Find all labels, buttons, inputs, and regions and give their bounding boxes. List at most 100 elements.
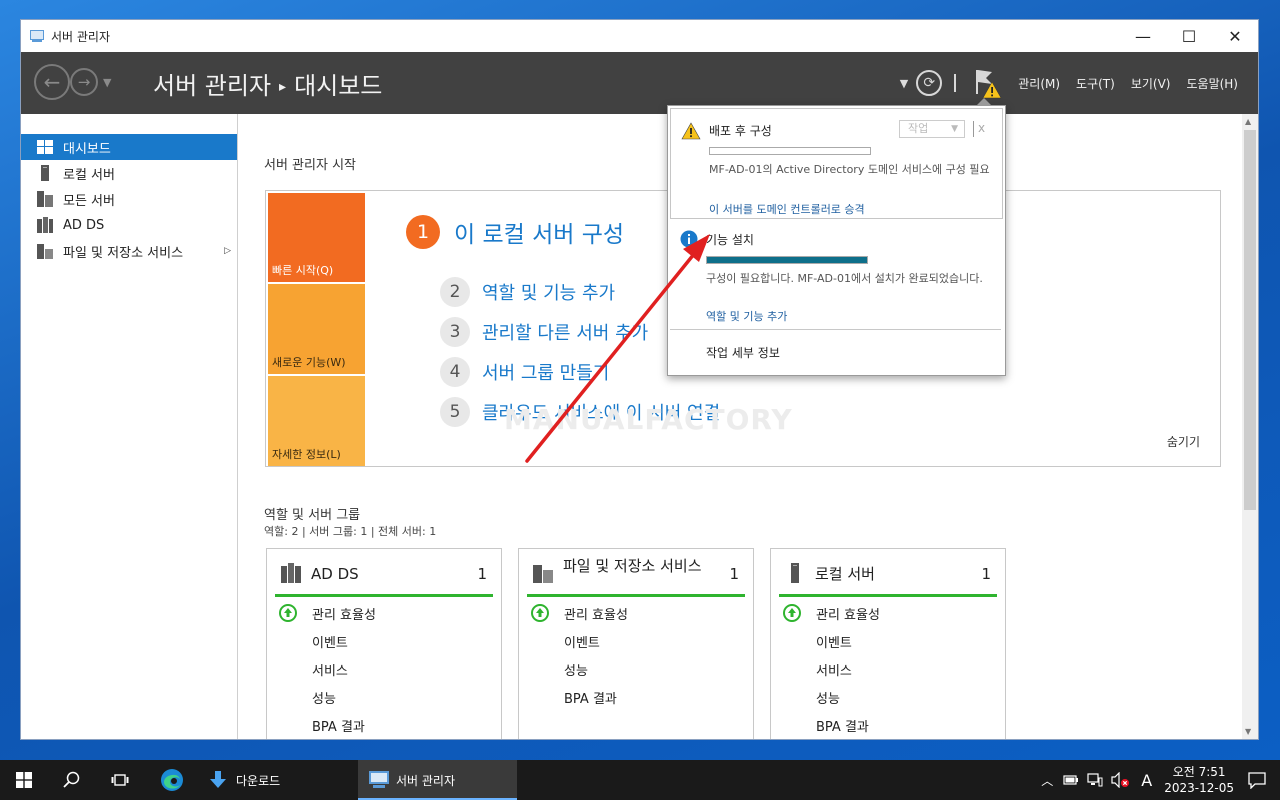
windows-logo-icon xyxy=(16,772,32,788)
role-card-local-server[interactable]: 로컬 서버 1 관리 효율성 이벤트 서비스 성능 BPA 결과 xyxy=(770,548,1006,739)
scroll-down-icon[interactable]: ▼ xyxy=(1245,727,1251,736)
task-view-button[interactable] xyxy=(96,760,144,800)
dashboard-icon xyxy=(37,139,53,155)
close-button[interactable]: ✕ xyxy=(1212,20,1258,52)
card-count: 1 xyxy=(729,565,739,583)
start-button[interactable] xyxy=(0,760,48,800)
edge-browser-icon xyxy=(161,769,183,791)
sidebar-item-local-server[interactable]: 로컬 서버 xyxy=(21,160,237,186)
history-dropdown-icon[interactable]: ▼ xyxy=(103,76,111,89)
tile-learn-more[interactable]: 자세한 정보(L) xyxy=(268,376,365,466)
refresh-button[interactable]: ⟳ xyxy=(916,70,943,96)
chevron-down-icon: ▼ xyxy=(951,124,958,134)
sidebar-item-dashboard[interactable]: 대시보드 xyxy=(21,134,237,160)
forward-button[interactable]: → xyxy=(70,68,98,96)
sidebar-item-ad-ds[interactable]: AD DS xyxy=(21,212,237,238)
network-icon[interactable] xyxy=(1087,773,1103,787)
taskbar-app-label: 다운로드 xyxy=(236,773,281,788)
promote-dc-link[interactable]: 이 서버를 도메인 컨트롤러로 승격 xyxy=(709,201,865,217)
card-row-bpa[interactable]: BPA 결과 xyxy=(816,716,869,735)
card-row-bpa[interactable]: BPA 결과 xyxy=(564,688,617,707)
hide-link[interactable]: 숨기기 xyxy=(1167,433,1200,450)
breadcrumb-separator: ▸ xyxy=(279,79,287,95)
card-row-events[interactable]: 이벤트 xyxy=(564,632,600,651)
clock[interactable]: 오전 7:51 2023-12-05 xyxy=(1164,764,1234,796)
server-icon xyxy=(791,563,799,583)
maximize-button[interactable]: ☐ xyxy=(1166,20,1212,52)
breadcrumb-root[interactable]: 서버 관리자 xyxy=(153,72,271,100)
add-roles-link[interactable]: 역할 및 기능 추가 xyxy=(706,308,787,324)
task-dropdown-label: 작업 xyxy=(908,122,929,135)
back-button[interactable]: ← xyxy=(34,64,70,100)
taskbar-downloads[interactable]: 다운로드 xyxy=(200,760,350,800)
scroll-up-icon[interactable]: ▲ xyxy=(1245,117,1251,126)
step-label: 서버 그룹 만들기 xyxy=(482,363,610,384)
taskbar-app-label: 서버 관리자 xyxy=(396,773,456,788)
header-bar: ← → ▼ 서버 관리자 ▸ 대시보드 ▼ ⟳ 관리(M) 도구(T) 보기(V) … xyxy=(21,52,1258,114)
dismiss-button[interactable]: x xyxy=(978,121,985,135)
card-row-services[interactable]: 서비스 xyxy=(816,660,852,679)
sidebar-item-file-storage[interactable]: 파일 및 저장소 서비스 ▷ xyxy=(21,238,237,264)
notification-description: MF-AD-01의 Active Directory 도메인 서비스에 구성 필… xyxy=(709,163,990,176)
notification-title: 배포 후 구성 xyxy=(709,124,772,138)
edge-button[interactable] xyxy=(148,760,196,800)
card-row-manageability[interactable]: 관리 효율성 xyxy=(564,604,628,623)
tile-whats-new[interactable]: 새로운 기능(W) xyxy=(268,284,365,374)
card-row-services[interactable]: 서비스 xyxy=(312,660,348,679)
step-configure-local-server[interactable]: 1 이 로컬 서버 구성 xyxy=(406,215,624,249)
breadcrumb-current: 대시보드 xyxy=(294,72,383,100)
notification-post-deploy: 배포 후 구성 작업 ▼ x MF-AD-01의 Active Directory… xyxy=(670,108,1003,219)
back-arrow-icon: ← xyxy=(43,70,61,94)
task-details-link[interactable]: 작업 세부 정보 xyxy=(706,344,780,361)
refresh-dropdown-icon[interactable]: ▼ xyxy=(900,77,908,90)
expand-arrow-icon[interactable]: ▷ xyxy=(224,246,231,256)
ime-indicator[interactable]: A xyxy=(1141,771,1152,790)
welcome-section-title: 서버 관리자 시작 xyxy=(264,158,356,173)
minimize-button[interactable]: — xyxy=(1120,20,1166,52)
step-number: 2 xyxy=(440,277,470,307)
servers-icon xyxy=(37,191,53,207)
progress-bar-post-deploy xyxy=(709,147,871,155)
card-row-performance[interactable]: 성능 xyxy=(816,688,840,707)
step-add-servers[interactable]: 3 관리할 다른 서버 추가 xyxy=(440,317,648,347)
scroll-thumb[interactable] xyxy=(1244,130,1256,510)
card-row-bpa[interactable]: BPA 결과 xyxy=(312,716,365,735)
sidebar-item-label: 모든 서버 xyxy=(63,193,115,209)
card-row-manageability[interactable]: 관리 효율성 xyxy=(312,604,376,623)
storage-icon xyxy=(533,565,553,583)
popup-pointer xyxy=(976,98,992,106)
menu-tools[interactable]: 도구(T) xyxy=(1076,75,1115,92)
show-hidden-icons-chevron-icon[interactable]: ︿ xyxy=(1041,772,1053,789)
menu-help[interactable]: 도움말(H) xyxy=(1186,75,1238,92)
card-row-manageability[interactable]: 관리 효율성 xyxy=(816,604,880,623)
sidebar: 대시보드 로컬 서버 모든 서버 AD DS 파일 및 저장소 서비스 ▷ xyxy=(21,114,238,739)
card-row-events[interactable]: 이벤트 xyxy=(816,632,852,651)
sidebar-item-all-servers[interactable]: 모든 서버 xyxy=(21,186,237,212)
clock-time: 오전 7:51 xyxy=(1172,765,1226,779)
card-row-performance[interactable]: 성능 xyxy=(564,660,588,679)
search-button[interactable] xyxy=(48,760,96,800)
taskbar-server-manager[interactable]: 서버 관리자 xyxy=(358,760,517,800)
task-dropdown[interactable]: 작업 ▼ xyxy=(899,120,965,138)
action-center-icon[interactable] xyxy=(1248,771,1266,789)
tile-quick-start[interactable]: 빠른 시작(Q) xyxy=(268,193,365,282)
header-separator xyxy=(954,74,957,92)
menu-view[interactable]: 보기(V) xyxy=(1131,75,1171,92)
role-card-file-storage[interactable]: 파일 및 저장소 서비스 1 관리 효율성 이벤트 성능 BPA 결과 xyxy=(518,548,754,739)
notifications-flag-button[interactable] xyxy=(974,66,1002,100)
sidebar-item-label: AD DS xyxy=(63,217,105,233)
role-card-ad-ds[interactable]: AD DS 1 관리 효율성 이벤트 서비스 성능 BPA 결과 xyxy=(266,548,502,739)
card-row-events[interactable]: 이벤트 xyxy=(312,632,348,651)
battery-icon[interactable] xyxy=(1063,773,1079,787)
notification-title-feature-install: 기능 설치 xyxy=(706,233,754,247)
card-title: 파일 및 저장소 서비스 xyxy=(563,557,702,575)
warning-icon xyxy=(681,122,701,140)
menu-manage[interactable]: 관리(M) xyxy=(1018,75,1060,92)
vertical-scrollbar[interactable]: ▲ ▼ xyxy=(1242,114,1258,739)
card-row-performance[interactable]: 성능 xyxy=(312,688,336,707)
system-tray: ︿ A 오전 7:51 2023-12-05 xyxy=(1041,760,1280,800)
popup-divider xyxy=(670,329,1001,330)
step-add-roles[interactable]: 2 역할 및 기능 추가 xyxy=(440,277,615,307)
volume-muted-icon[interactable] xyxy=(1111,772,1131,788)
step-create-group[interactable]: 4 서버 그룹 만들기 xyxy=(440,357,609,387)
